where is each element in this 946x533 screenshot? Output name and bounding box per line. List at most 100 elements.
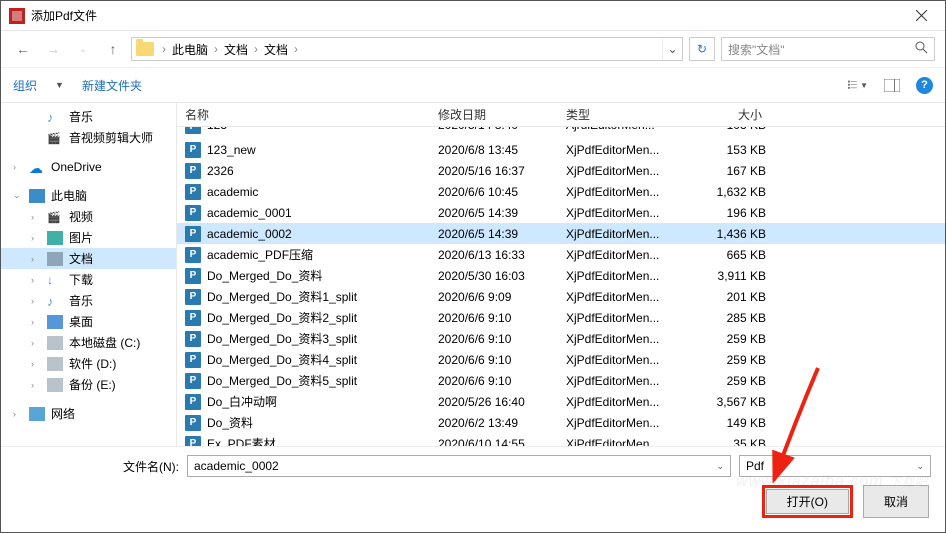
expand-icon[interactable]: › [13, 162, 23, 172]
chevron-right-icon[interactable]: › [290, 42, 302, 56]
sidebar-item[interactable]: ›图片 [1, 227, 176, 248]
filetype-select[interactable]: Pdf ⌄ [739, 455, 931, 477]
table-row[interactable]: P 123_new 2020/6/8 13:45 XjPdfEditorMen.… [177, 139, 945, 160]
back-button[interactable]: ← [11, 37, 35, 61]
file-size: 259 KB [678, 332, 766, 346]
sidebar-item[interactable]: › 视频 [1, 206, 176, 227]
file-list[interactable]: P 123 2020/5/14 8:40 AjruiEditorMen... 1… [177, 127, 945, 446]
column-headers[interactable]: 名称 修改日期 类型 大小 [177, 103, 945, 127]
table-row[interactable]: P academic_0001 2020/6/5 14:39 XjPdfEdit… [177, 202, 945, 223]
newfolder-button[interactable]: 新建文件夹 [82, 77, 142, 94]
expand-icon[interactable]: › [31, 296, 41, 306]
recent-dropdown[interactable]: ⌄ [71, 37, 95, 61]
crumb-docs[interactable]: 文档 [222, 41, 250, 58]
tree-label: 音乐 [69, 292, 93, 309]
organize-dropdown-icon[interactable]: ▼ [55, 80, 64, 90]
col-type[interactable]: 类型 [558, 106, 678, 123]
table-row[interactable]: P Ex_PDF素材 2020/6/10 14:55 XjPdfEditorMe… [177, 433, 945, 446]
table-row[interactable]: P Do_Merged_Do_资料2_split 2020/6/6 9:10 X… [177, 307, 945, 328]
table-row[interactable]: P academic_PDF压缩 2020/6/13 16:33 XjPdfEd… [177, 244, 945, 265]
col-size[interactable]: 大小 [678, 106, 774, 123]
crumb-history-dropdown[interactable]: ⌄ [662, 38, 682, 60]
cancel-button[interactable]: 取消 [863, 485, 929, 518]
table-row[interactable]: P academic 2020/6/6 10:45 XjPdfEditorMen… [177, 181, 945, 202]
forward-button[interactable]: → [41, 37, 65, 61]
table-row[interactable]: P Do_Merged_Do_资料1_split 2020/6/6 9:09 X… [177, 286, 945, 307]
file-date: 2020/6/6 9:09 [430, 290, 558, 304]
file-name: 2326 [207, 164, 430, 178]
expand-icon[interactable]: › [31, 233, 41, 243]
table-row[interactable]: P Do_Merged_Do_资料4_split 2020/6/6 9:10 X… [177, 349, 945, 370]
window-title: 添加Pdf文件 [31, 7, 899, 24]
sidebar-item[interactable]: ›软件 (D:) [1, 353, 176, 374]
sidebar-item[interactable]: ›桌面 [1, 311, 176, 332]
sidebar-item[interactable]: ›网络 [1, 403, 176, 424]
pdf-file-icon: P [185, 310, 201, 326]
expand-icon[interactable]: › [13, 409, 23, 419]
sidebar-item[interactable]: ›备份 (E:) [1, 374, 176, 395]
tree-label: 下载 [69, 271, 93, 288]
crumb-pc[interactable]: 此电脑 [170, 41, 210, 58]
close-button[interactable] [899, 1, 943, 31]
expand-icon[interactable]: › [31, 212, 41, 222]
file-name: Do_Merged_Do_资料3_split [207, 330, 430, 347]
filename-input[interactable]: academic_0002 ⌄ [187, 455, 731, 477]
col-date[interactable]: 修改日期 [430, 106, 558, 123]
sidebar-tree[interactable]: ›音乐›音视频剪辑大师›OneDrive⌄此电脑›视频›图片›文档›下载›音乐›… [1, 103, 177, 446]
chevron-right-icon[interactable]: › [158, 42, 170, 56]
table-row[interactable]: P Do_Merged_Do_资料3_split 2020/6/6 9:10 X… [177, 328, 945, 349]
close-icon [916, 10, 927, 21]
table-row[interactable]: P Do_Merged_Do_资料 2020/5/30 16:03 XjPdfE… [177, 265, 945, 286]
expand-icon[interactable]: › [31, 275, 41, 285]
chevron-down-icon[interactable]: ⌄ [716, 461, 724, 472]
app-icon [9, 8, 25, 24]
table-row[interactable]: P academic_0002 2020/6/5 14:39 XjPdfEdit… [177, 223, 945, 244]
table-row[interactable]: P 123 2020/5/14 8:40 AjruiEditorMen... 1… [177, 127, 945, 139]
col-name[interactable]: 名称 [177, 106, 430, 123]
crumb-docs2[interactable]: 文档 [262, 41, 290, 58]
help-button[interactable]: ? [916, 77, 933, 94]
file-date: 2020/6/5 14:39 [430, 206, 558, 220]
pdf-file-icon: P [185, 268, 201, 284]
tree-label: 视频 [69, 208, 93, 225]
chevron-right-icon[interactable]: › [210, 42, 222, 56]
table-row[interactable]: P Do_Merged_Do_资料5_split 2020/6/6 9:10 X… [177, 370, 945, 391]
sidebar-item[interactable]: ›本地磁盘 (C:) [1, 332, 176, 353]
expand-icon[interactable]: › [31, 254, 41, 264]
view-mode-button[interactable]: ▼ [848, 77, 868, 93]
organize-menu[interactable]: 组织 [13, 77, 37, 94]
up-button[interactable]: ↑ [101, 37, 125, 61]
preview-pane-button[interactable] [882, 77, 902, 93]
table-row[interactable]: P Do_白冲动啊 2020/5/26 16:40 XjPdfEditorMen… [177, 391, 945, 412]
sidebar-item[interactable]: ›音乐 [1, 106, 176, 127]
sidebar-item[interactable]: › 下载 [1, 269, 176, 290]
open-button[interactable]: 打开(O) [766, 489, 849, 514]
file-date: 2020/5/26 16:40 [430, 395, 558, 409]
file-type: XjPdfEditorMen... [558, 248, 678, 262]
sidebar-item[interactable]: › 音乐 [1, 290, 176, 311]
dialog-footer: 文件名(N): academic_0002 ⌄ Pdf ⌄ 打开(O) 取消 [1, 446, 945, 532]
table-row[interactable]: P Do_资料 2020/6/2 13:49 XjPdfEditorMen...… [177, 412, 945, 433]
file-size: 1,436 KB [678, 227, 766, 241]
file-type: XjPdfEditorMen... [558, 290, 678, 304]
file-size: 665 KB [678, 248, 766, 262]
video-icon [47, 131, 63, 145]
expand-icon[interactable]: › [31, 380, 41, 390]
sidebar-item[interactable]: ›文档 [1, 248, 176, 269]
expand-icon[interactable]: › [31, 338, 41, 348]
search-input[interactable]: 搜索"文档" [721, 37, 935, 61]
table-row[interactable]: P 2326 2020/5/16 16:37 XjPdfEditorMen...… [177, 160, 945, 181]
chevron-down-icon[interactable]: ⌄ [916, 461, 924, 472]
chevron-right-icon[interactable]: › [250, 42, 262, 56]
sidebar-item[interactable]: ⌄此电脑 [1, 185, 176, 206]
breadcrumb-bar[interactable]: › 此电脑 › 文档 › 文档 › ⌄ [131, 37, 683, 61]
pdf-file-icon: P [185, 127, 201, 134]
expand-icon[interactable]: ⌄ [13, 190, 23, 201]
tree-label: 音视频剪辑大师 [69, 129, 153, 146]
sidebar-item[interactable]: ›OneDrive [1, 156, 176, 177]
sidebar-item[interactable]: ›音视频剪辑大师 [1, 127, 176, 148]
refresh-button[interactable]: ↻ [689, 37, 715, 61]
file-type: XjPdfEditorMen... [558, 374, 678, 388]
expand-icon[interactable]: › [31, 359, 41, 369]
expand-icon[interactable]: › [31, 317, 41, 327]
